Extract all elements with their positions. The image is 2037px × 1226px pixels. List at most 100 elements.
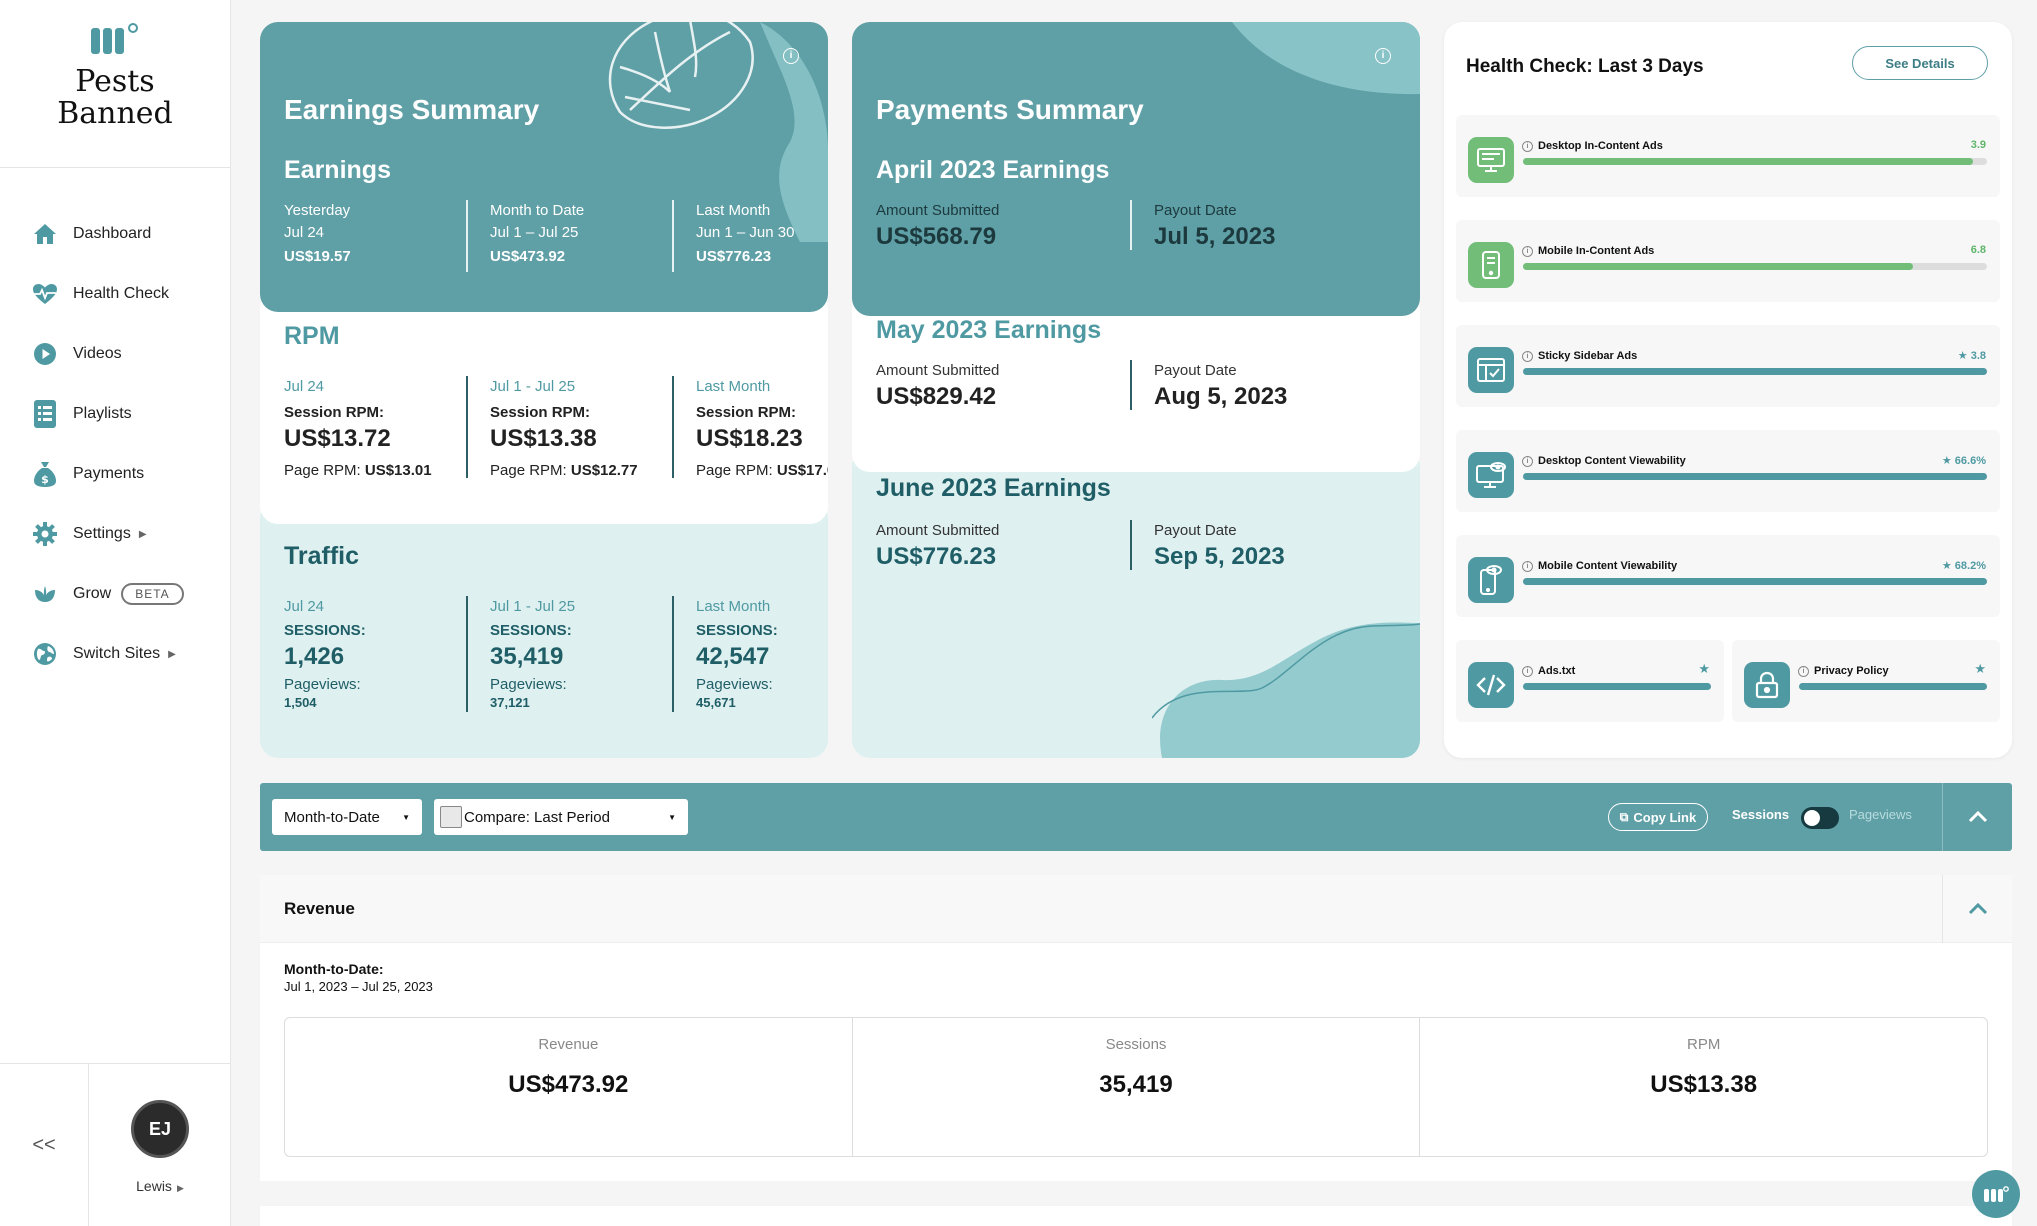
health-row-ads-txt[interactable]: i Ads.txt ★ (1456, 640, 1724, 722)
earnings-range: Jul 1 – Jul 25 (490, 224, 579, 241)
period-select[interactable]: Month-to-Date ▼ (272, 799, 422, 835)
health-row-bar (1523, 578, 1987, 585)
nav-settings[interactable]: Settings ▶ (32, 520, 230, 548)
chat-widget-button[interactable] (1972, 1170, 2020, 1218)
leaf-icon (32, 581, 58, 607)
nav-playlists[interactable]: Playlists (32, 400, 230, 428)
health-row-score: ★ 66.6% (1942, 454, 1986, 467)
nav-grow[interactable]: Grow BETA (32, 580, 230, 608)
nav-dashboard[interactable]: Dashboard (32, 220, 230, 248)
info-icon[interactable]: i (1522, 140, 1533, 152)
nav-health-check[interactable]: Health Check (32, 280, 230, 308)
rpm-page: Page RPM: US$12.77 (490, 460, 648, 482)
health-row-label-text: Desktop Content Viewability (1538, 455, 1686, 467)
revenue-header[interactable]: Revenue (260, 875, 2012, 943)
traffic-sessions-value: 42,547 (696, 643, 770, 670)
health-row-sticky-sidebar[interactable]: i Sticky Sidebar Ads ★ 3.8 (1456, 325, 2000, 407)
star-icon: ★ (1698, 661, 1710, 676)
info-icon[interactable]: i (1522, 455, 1533, 467)
brand-name-line2: Banned (57, 96, 173, 131)
svg-text:$: $ (41, 473, 49, 486)
sessions-pageviews-toggle[interactable] (1801, 807, 1839, 829)
toolbar-collapse-button[interactable] (1942, 783, 2012, 851)
info-icon[interactable]: i (783, 48, 799, 64)
health-row-label-text: Mobile Content Viewability (1538, 560, 1678, 572)
info-icon[interactable]: i (1522, 560, 1533, 572)
rpm-page: Page RPM: US$17.00 (696, 460, 828, 482)
traffic-columns: Jul 24 SESSIONS: 1,426 Pageviews: 1,504 … (284, 596, 828, 712)
toggle-sessions-label[interactable]: Sessions (1732, 807, 1789, 822)
sidebar: Pests Banned Dashboard Health Check Vide… (0, 0, 231, 1226)
health-row-bar-fill (1799, 683, 1987, 690)
rpm-session-value: US$13.38 (490, 425, 597, 452)
brand[interactable]: Pests Banned (0, 0, 230, 168)
rpm-card: RPM Jul 24 Session RPM: US$13.72 Page RP… (260, 290, 828, 524)
june-earnings-card: June 2023 Earnings Amount Submitted US$7… (852, 448, 1420, 758)
info-icon[interactable]: i (1522, 665, 1533, 677)
traffic-pv-label: Pageviews: (490, 676, 567, 693)
april-payout-value: Jul 5, 2023 (1154, 223, 1276, 250)
earnings-label: Last Month (696, 202, 771, 219)
dropdown-arrow-icon: ▼ (402, 812, 410, 822)
copy-link-button[interactable]: ⧉ Copy Link (1608, 803, 1708, 831)
metric-sessions: Sessions 35,419 (851, 1018, 1420, 1156)
compare-select[interactable]: Compare: Last Period ▼ (434, 799, 688, 835)
may-columns: Amount Submitted US$829.42 Payout Date A… (876, 360, 1354, 410)
earnings-col-3: Last Month Jun 1 – Jun 30 US$776.23 (672, 200, 828, 272)
traffic-sessions-label: SESSIONS: (696, 622, 778, 639)
health-score-value: 3.8 (1970, 350, 1986, 362)
revenue-period-label: Month-to-Date: (284, 961, 384, 977)
rpm-columns: Jul 24 Session RPM: US$13.72 Page RPM: U… (284, 376, 828, 479)
info-icon[interactable]: i (1522, 350, 1533, 362)
code-icon (1468, 662, 1514, 708)
earnings-label: Yesterday (284, 202, 351, 219)
rpm-range: Jul 24 (284, 378, 325, 395)
nav-health-check-label: Health Check (73, 285, 170, 302)
health-row-score: 3.9 (1971, 139, 1986, 151)
health-row-label: i Sticky Sidebar Ads (1522, 350, 1637, 362)
health-score-value: 6.8 (1970, 244, 1986, 256)
april-payout-label: Payout Date (1154, 202, 1237, 219)
health-row-mobile-viewability[interactable]: i Mobile Content Viewability ★ 68.2% (1456, 535, 2000, 617)
user-name[interactable]: Lewis ▶ (136, 1178, 184, 1194)
health-row-label: i Privacy Policy (1798, 665, 1889, 677)
health-row-label: i Mobile In-Content Ads (1522, 245, 1654, 257)
collapse-sidebar-button[interactable]: << (0, 1064, 89, 1226)
rpm-page-label: Page RPM: (490, 462, 567, 479)
user-menu[interactable]: EJ Lewis ▶ (89, 1064, 231, 1226)
rpm-page-label: Page RPM: (696, 462, 773, 479)
earnings-value: US$776.23 (696, 248, 772, 265)
health-row-mobile-in-content[interactable]: i Mobile In-Content Ads 6.8 (1456, 220, 2000, 302)
nav-videos[interactable]: Videos (32, 340, 230, 368)
see-details-button[interactable]: See Details (1852, 46, 1988, 80)
april-amount-label: Amount Submitted (876, 202, 1000, 219)
april-amount: Amount Submitted US$568.79 (876, 200, 1106, 250)
health-row-desktop-viewability[interactable]: i Desktop Content Viewability ★ 66.6% (1456, 430, 2000, 512)
toggle-pageviews-label[interactable]: Pageviews (1849, 807, 1912, 822)
nav-dashboard-label: Dashboard (73, 225, 152, 242)
blob-decoration-icon (1232, 22, 1420, 95)
star-icon: ★ (1974, 661, 1986, 676)
health-row-privacy-policy[interactable]: i Privacy Policy ★ (1732, 640, 2000, 722)
health-row-desktop-in-content[interactable]: i Desktop In-Content Ads 3.9 (1456, 115, 2000, 197)
home-icon (32, 221, 58, 247)
chevron-up-icon (1968, 903, 1987, 915)
compare-color-swatch[interactable] (440, 806, 462, 828)
info-icon[interactable]: i (1522, 245, 1533, 257)
star-icon: ★ (1941, 455, 1952, 467)
nav-payments[interactable]: $ Payments (32, 460, 230, 488)
health-row-label: i Ads.txt (1522, 665, 1575, 677)
health-row-bar-fill (1523, 473, 1987, 480)
revenue-collapse-button[interactable] (1942, 875, 2012, 943)
avatar[interactable]: EJ (131, 1100, 189, 1158)
desktop-eye-icon (1468, 452, 1514, 498)
info-icon[interactable]: i (1375, 48, 1391, 64)
may-title: May 2023 Earnings (876, 316, 1102, 344)
earnings-value: US$19.57 (284, 248, 351, 265)
rpm-page: Page RPM: US$13.01 (284, 460, 442, 482)
traffic-title: Traffic (284, 542, 360, 570)
info-icon[interactable]: i (1798, 665, 1809, 677)
june-payout-value: Sep 5, 2023 (1154, 543, 1285, 570)
caret-right-icon: ▶ (176, 1183, 184, 1193)
nav-switch-sites[interactable]: Switch Sites ▶ (32, 640, 230, 668)
